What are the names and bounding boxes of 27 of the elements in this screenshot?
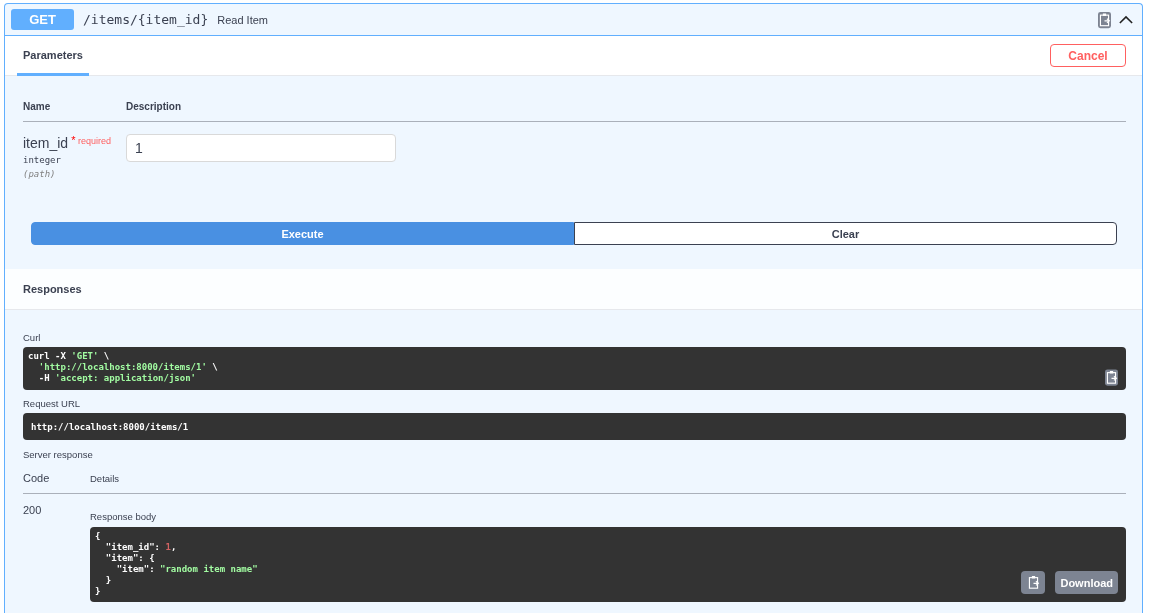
parameter-type: integer (23, 155, 62, 165)
curl-label: Curl (23, 332, 42, 343)
clear-button[interactable]: Clear (574, 222, 1117, 245)
endpoint-summary: Read Item (217, 13, 268, 26)
download-button[interactable]: Download (1055, 571, 1118, 594)
status-code: 200 (23, 504, 43, 518)
request-url-label: Request URL (23, 398, 82, 409)
copy-button[interactable] (1021, 571, 1046, 594)
copy-icon[interactable] (1105, 369, 1118, 386)
column-header: Details (90, 473, 120, 484)
response-body-label: Response body (90, 511, 158, 522)
required-label: * required (71, 134, 111, 146)
column-header: Description (126, 101, 181, 112)
column-header: Code (23, 472, 51, 484)
parameter-location: (path) (23, 169, 57, 179)
request-url: http://localhost:8000/items/1 (31, 421, 189, 432)
method-badge: GET (11, 9, 74, 30)
section-title: Responses (23, 283, 82, 295)
column-header: Name (23, 101, 52, 112)
endpoint-path: /items/{item_id} (83, 12, 209, 27)
curl-command: curl -X 'GET' \ 'http://localhost:8000/items/1' \ -H 'accept: application/json' (27, 350, 219, 385)
parameter-name: item_id (23, 135, 69, 151)
chevron-icon[interactable] (1119, 15, 1133, 24)
parameters-tab[interactable]: Parameters (17, 36, 89, 76)
response-json: { "item_id": 1, "item": { "item": "random item name" } } (94, 530, 259, 598)
input-field[interactable]: 1 (126, 134, 396, 162)
server-response-label: Server response (23, 449, 94, 460)
